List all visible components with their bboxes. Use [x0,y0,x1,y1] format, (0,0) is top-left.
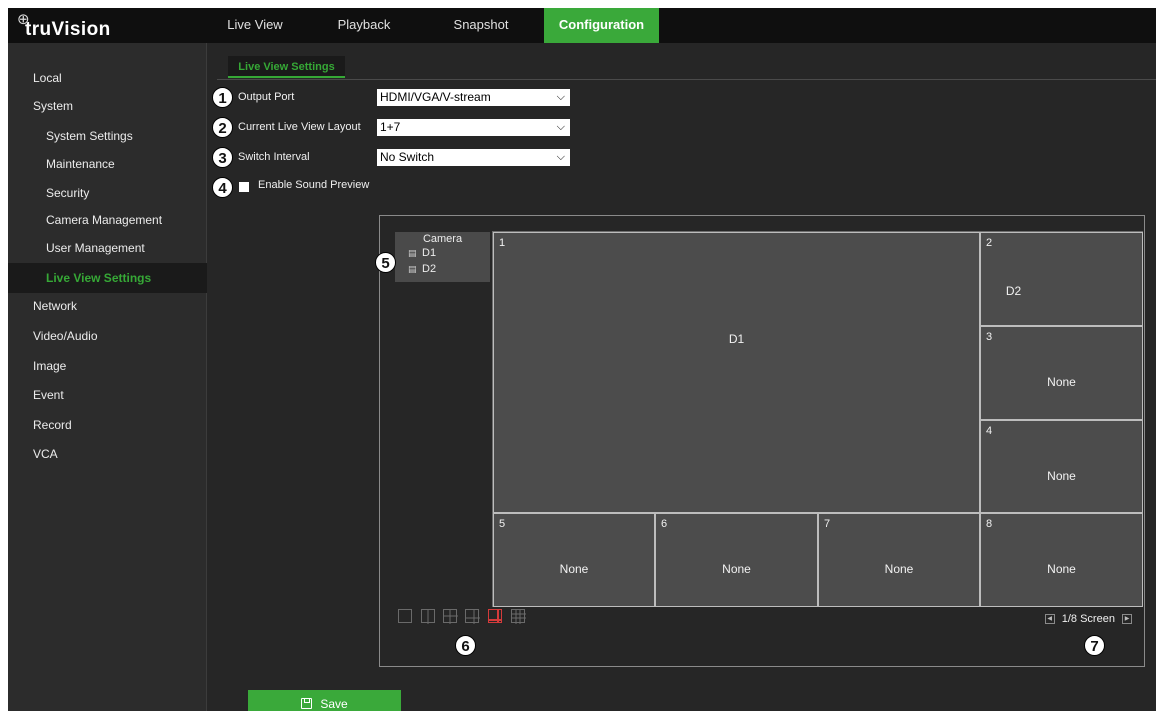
sidebar-item-record[interactable]: Record [8,412,207,438]
prev-screen-button[interactable]: ◀ [1044,614,1055,625]
next-screen-button[interactable]: ▶ [1122,614,1132,625]
save-button-label: Save [320,697,348,711]
window-camera: D2 [1005,284,1022,298]
sidebar-item-system[interactable]: System [8,93,207,119]
sidebar-item-local[interactable]: Local [8,65,207,91]
sidebar-item-security[interactable]: Security [8,180,207,206]
window-camera: None [1047,469,1076,483]
window-number: 3 [986,331,993,343]
window-number: 7 [824,518,831,530]
window-number: 1 [499,237,506,249]
output-port-label: Output Port [238,91,295,103]
window-camera: None [559,562,589,576]
sidebar-item-camera-management[interactable]: Camera Management [8,207,207,233]
switch-interval-label: Switch Interval [238,151,310,163]
screen-pager-text: 1/8 Screen [1061,613,1115,625]
window-number: 5 [499,518,506,530]
output-port-value: HDMI/VGA/V-stream [380,90,491,104]
window-camera: None [1047,562,1076,576]
tab-live-view-settings[interactable]: Live View Settings [228,56,345,78]
layout-1plus7-icon[interactable] [488,609,502,623]
tab-snapshot[interactable]: Snapshot [444,8,518,43]
main-content: Live View Settings 1 Output Port HDMI/VG… [207,43,1156,711]
sound-preview-checkbox[interactable] [239,182,249,192]
layout-panel: Camera ▤ D1 ▤ D2 5 1 D1 2 D2 3 None 4 No… [375,215,1145,667]
window-camera: D1 [728,332,745,346]
layout-1x1-icon[interactable] [398,609,412,623]
callout-3: 3 [212,147,233,168]
sidebar-item-maintenance[interactable]: Maintenance [8,151,207,177]
sidebar-item-video-audio[interactable]: Video/Audio [8,323,207,349]
callout-7: 7 [1084,635,1105,656]
output-port-select[interactable]: HDMI/VGA/V-stream ⌵ [377,89,570,106]
window-number: 2 [986,237,993,249]
chevron-down-icon: ⌵ [556,91,565,103]
sidebar-item-event[interactable]: Event [8,382,207,408]
callout-6: 6 [455,635,476,656]
layout-3x3-icon[interactable] [511,609,526,624]
camera-list: Camera ▤ D1 ▤ D2 [395,232,490,282]
camera-icon: ▤ [408,248,417,258]
sidebar-item-network[interactable]: Network [8,293,207,319]
view-window-1[interactable]: 1 D1 [493,232,980,513]
sidebar-item-image[interactable]: Image [8,353,207,379]
window-camera: None [1047,375,1076,389]
tab-live-view[interactable]: Live View [218,8,292,43]
layout-2x2-icon[interactable] [443,609,458,624]
sound-preview-label: Enable Sound Preview [258,179,370,191]
save-button[interactable]: Save [248,690,401,711]
view-window-6[interactable]: 6 None [655,513,818,607]
sidebar-item-vca[interactable]: VCA [8,441,207,467]
live-view-layout-select[interactable]: 1+7 ⌵ [377,119,570,136]
camera-name: D1 [422,247,437,259]
sidebar-item-system-settings[interactable]: System Settings [8,123,207,149]
sidebar: Local System System Settings Maintenance… [8,43,207,711]
layout-1plus5-icon[interactable] [465,609,480,624]
tab-playback[interactable]: Playback [326,8,402,43]
logo-text: truVision [25,19,111,40]
app-frame: ⊕ truVision Live View Playback Snapshot … [8,8,1156,711]
callout-5: 5 [375,252,396,273]
sidebar-item-live-view-settings[interactable]: Live View Settings [8,263,207,293]
view-window-3[interactable]: 3 None [980,326,1143,420]
camera-list-item[interactable]: ▤ D2 [408,263,436,275]
live-view-layout-label: Current Live View Layout [238,121,361,133]
camera-list-header: Camera [422,233,463,245]
camera-name: D2 [422,263,437,275]
camera-list-item[interactable]: ▤ D1 [408,247,436,259]
chevron-down-icon: ⌵ [556,121,565,133]
floppy-disk-icon [301,698,313,709]
switch-interval-select[interactable]: No Switch ⌵ [377,149,570,166]
live-view-layout-value: 1+7 [380,120,401,134]
logo: ⊕ truVision [8,8,206,43]
screen-pager: ◀ 1/8 Screen ▶ [1044,613,1132,627]
window-camera: None [884,562,914,576]
callout-4: 4 [212,177,233,198]
tab-divider [217,79,1156,80]
view-window-5[interactable]: 5 None [493,513,655,607]
tab-configuration[interactable]: Configuration [544,8,659,43]
callout-1: 1 [212,87,233,108]
camera-icon: ▤ [408,264,417,274]
window-number: 8 [986,518,993,530]
view-window-2[interactable]: 2 D2 [980,232,1143,326]
window-number: 4 [986,425,993,437]
sidebar-item-user-management[interactable]: User Management [8,235,207,261]
switch-interval-value: No Switch [380,150,435,164]
view-window-7[interactable]: 7 None [818,513,980,607]
chevron-down-icon: ⌵ [556,151,565,163]
layout-1x2-icon[interactable] [421,609,435,624]
callout-2: 2 [212,117,233,138]
top-navigation-bar: ⊕ truVision Live View Playback Snapshot … [8,8,1156,43]
live-view-grid: 1 D1 2 D2 3 None 4 None 5 None 6 None 7 … [492,231,1143,607]
view-window-8[interactable]: 8 None [980,513,1143,607]
view-window-4[interactable]: 4 None [980,420,1143,513]
window-camera: None [722,562,751,576]
window-number: 6 [661,518,668,530]
